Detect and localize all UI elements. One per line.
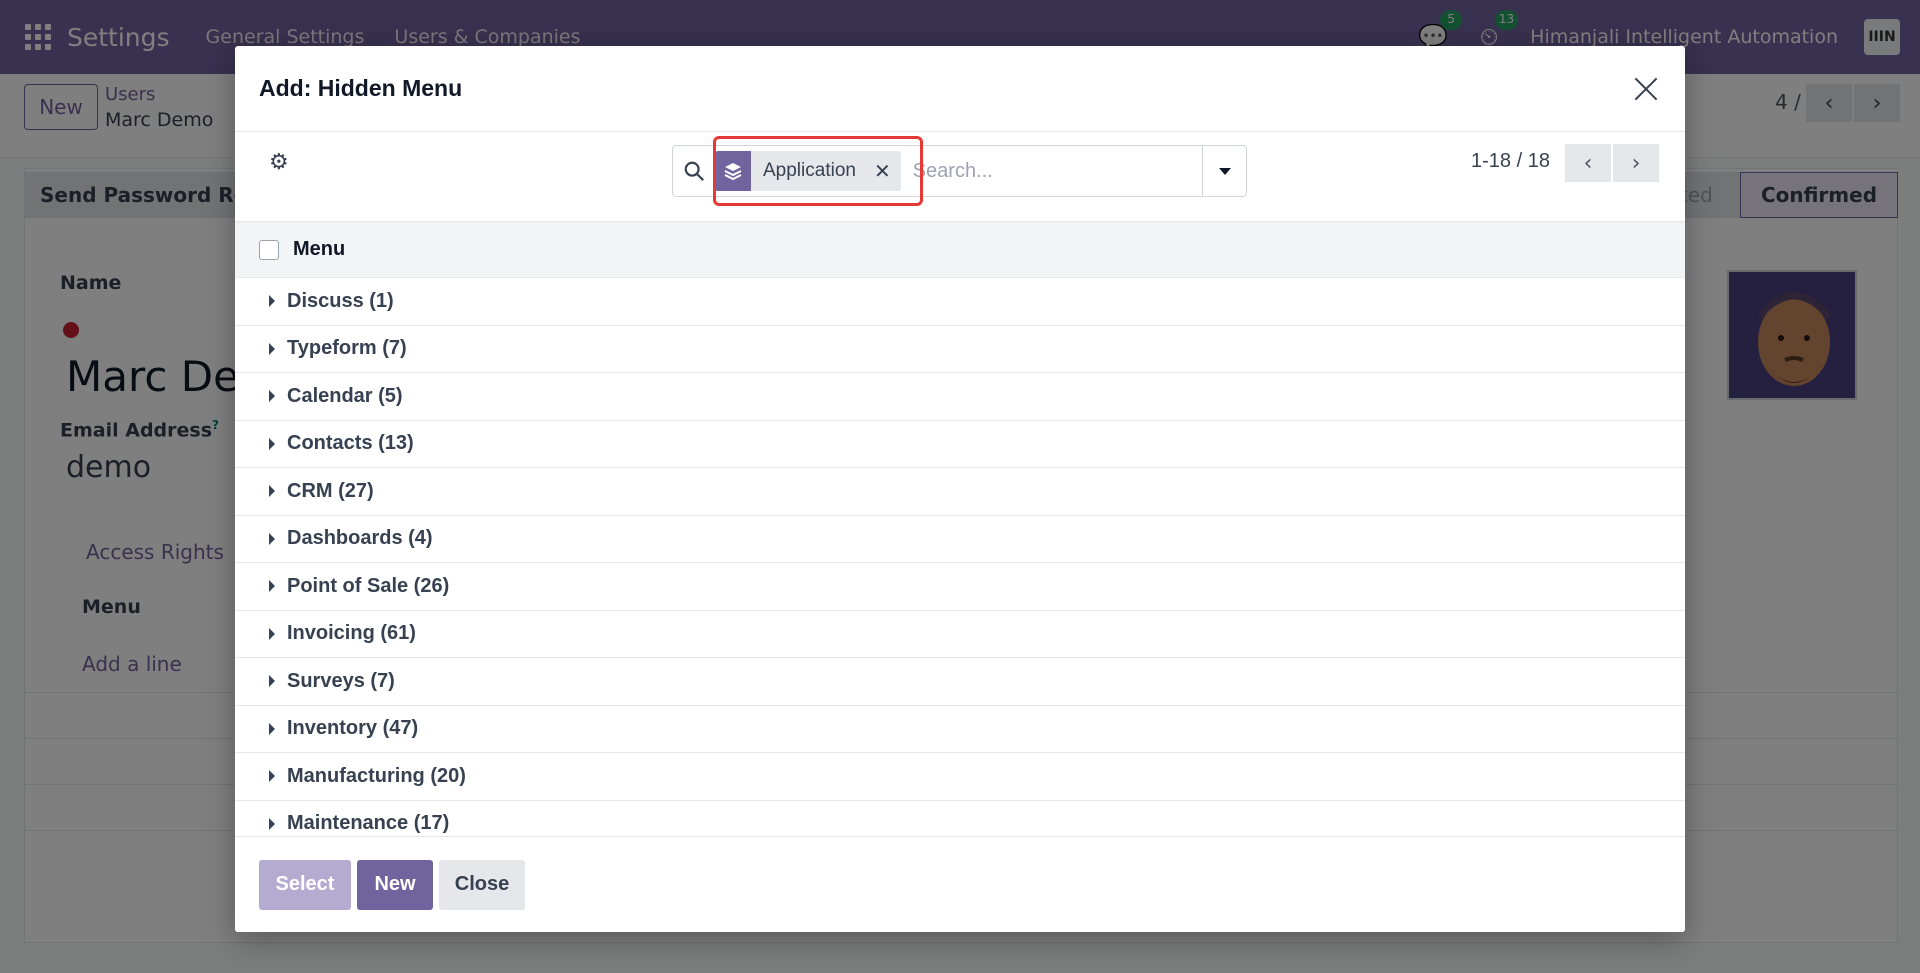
caret-right-icon	[269, 770, 275, 783]
chevron-left-icon[interactable]: ‹	[1565, 144, 1611, 182]
search-options-toggle[interactable]	[1202, 146, 1246, 196]
caret-right-icon	[269, 295, 275, 308]
group-label: Inventory (47)	[287, 717, 419, 740]
remove-facet-icon[interactable]: ✕	[874, 159, 891, 183]
caret-right-icon	[269, 342, 275, 355]
group-label: Dashboards (4)	[287, 527, 433, 550]
group-row-point-of-sale[interactable]: Point of Sale (26)	[235, 563, 1685, 611]
group-label: Invoicing (61)	[287, 622, 416, 645]
group-row-inventory[interactable]: Inventory (47)	[235, 706, 1685, 753]
chevron-right-icon[interactable]: ›	[1613, 144, 1659, 182]
group-label: Contacts (13)	[287, 432, 414, 455]
group-row-contacts[interactable]: Contacts (13)	[235, 421, 1685, 468]
list-pager-arrows: ‹ ›	[1565, 144, 1659, 182]
caret-right-icon	[269, 485, 275, 498]
search-icon[interactable]	[673, 146, 715, 196]
group-label: Typeform (7)	[287, 337, 407, 360]
group-row-typeform[interactable]: Typeform (7)	[235, 326, 1685, 373]
caret-right-icon	[269, 817, 275, 830]
close-icon[interactable]	[1631, 74, 1661, 104]
gear-icon[interactable]: ⚙	[269, 150, 289, 175]
group-label: Discuss (1)	[287, 289, 394, 312]
dialog-footer: Select New Close	[235, 836, 1685, 932]
dialog-title: Add: Hidden Menu	[259, 75, 463, 101]
caret-right-icon	[269, 580, 275, 593]
caret-right-icon	[269, 437, 275, 450]
group-row-discuss[interactable]: Discuss (1)	[235, 278, 1685, 326]
select-button[interactable]: Select	[259, 859, 351, 910]
search-panel: ⚙ Application ✕ 1-18 / 18 ‹ ›	[235, 132, 1685, 222]
add-hidden-menu-dialog: Add: Hidden Menu ⚙ Application ✕ 1-18 / …	[235, 46, 1685, 932]
layers-icon	[715, 151, 751, 191]
caret-right-icon	[269, 722, 275, 735]
group-row-manufacturing[interactable]: Manufacturing (20)	[235, 753, 1685, 801]
caret-right-icon	[269, 390, 275, 403]
search-bar: Application ✕	[672, 145, 1247, 197]
group-row-dashboards[interactable]: Dashboards (4)	[235, 516, 1685, 563]
group-label: Surveys (7)	[287, 669, 395, 692]
new-button[interactable]: New	[357, 859, 433, 910]
list-pager-value[interactable]: 1-18 / 18	[1471, 150, 1550, 173]
search-input[interactable]	[912, 159, 1183, 183]
dialog-header: Add: Hidden Menu	[235, 46, 1685, 132]
caret-right-icon	[269, 627, 275, 640]
group-label: CRM (27)	[287, 479, 374, 502]
group-row-calendar[interactable]: Calendar (5)	[235, 373, 1685, 421]
close-button[interactable]: Close	[439, 859, 525, 910]
search-facet: Application ✕	[715, 151, 901, 191]
caret-right-icon	[269, 675, 275, 688]
group-label: Maintenance (17)	[287, 812, 450, 835]
group-label: Point of Sale (26)	[287, 574, 450, 597]
select-all-checkbox[interactable]	[259, 239, 279, 260]
group-row-crm[interactable]: CRM (27)	[235, 468, 1685, 516]
group-label: Calendar (5)	[287, 384, 403, 407]
caret-down-icon	[1218, 167, 1231, 175]
group-label: Manufacturing (20)	[287, 764, 466, 787]
menu-list: Menu Discuss (1) Typeform (7) Calendar (…	[235, 222, 1685, 848]
caret-right-icon	[269, 532, 275, 545]
menu-column-header[interactable]: Menu	[293, 238, 345, 261]
group-row-surveys[interactable]: Surveys (7)	[235, 658, 1685, 706]
list-header: Menu	[235, 222, 1685, 278]
group-row-invoicing[interactable]: Invoicing (61)	[235, 611, 1685, 658]
facet-label: Application	[763, 160, 856, 181]
